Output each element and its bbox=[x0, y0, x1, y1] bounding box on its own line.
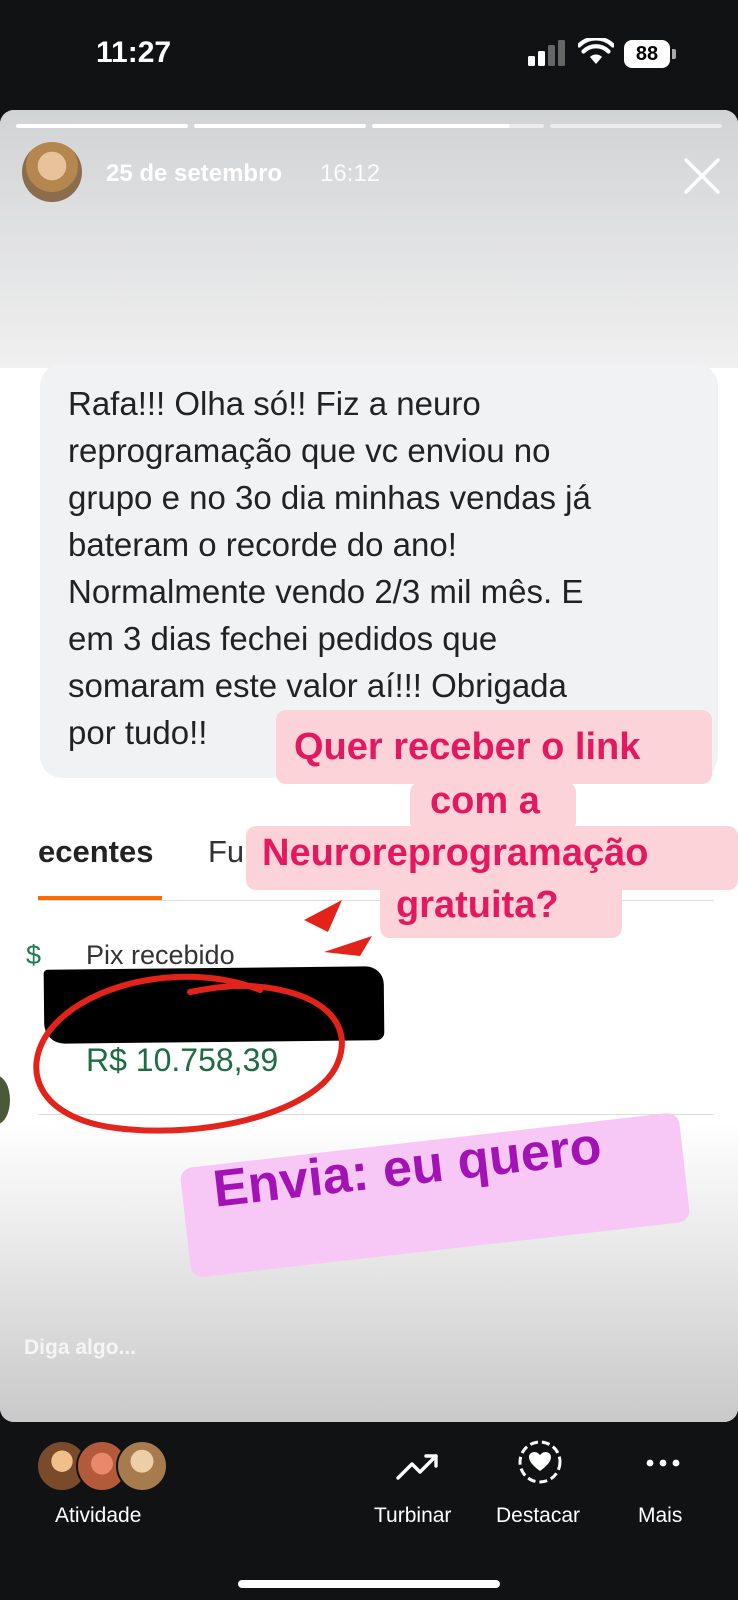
story-date: 25 de setembro bbox=[106, 160, 283, 187]
sticker-line: gratuita? bbox=[396, 884, 559, 926]
story-time: 16:12 bbox=[320, 160, 381, 187]
reply-input[interactable]: Diga algo... bbox=[24, 1336, 136, 1360]
status-bar: 11:27 88 bbox=[0, 0, 738, 110]
bottom-action-bar: Atividade Turbinar Destacar Mais bbox=[0, 1422, 738, 1600]
message-line: Rafa!!! Olha só!! Fiz a neuro bbox=[68, 385, 481, 422]
battery-indicator: 88 bbox=[624, 40, 676, 68]
clock: 11:27 bbox=[96, 36, 172, 69]
story-progress-bar bbox=[16, 124, 722, 128]
progress-segment bbox=[550, 124, 722, 128]
turbinar-button[interactable]: Turbinar bbox=[374, 1504, 451, 1528]
profile-avatar[interactable] bbox=[22, 142, 82, 202]
message-line: em 3 dias fechei pedidos que bbox=[68, 620, 498, 657]
home-indicator bbox=[238, 1580, 500, 1588]
activity-avatars[interactable] bbox=[36, 1440, 176, 1492]
red-circle-annotation bbox=[33, 973, 345, 1134]
progress-segment bbox=[194, 124, 366, 128]
atividade-label[interactable]: Atividade bbox=[55, 1504, 141, 1528]
destacar-button[interactable]: Destacar bbox=[496, 1504, 580, 1528]
message-line: grupo e no 3o dia minhas vendas já bbox=[68, 479, 591, 516]
message-line: reprogramação que vc enviou no bbox=[68, 432, 551, 469]
highlight-heart-icon[interactable] bbox=[516, 1438, 564, 1486]
viewer-avatar bbox=[116, 1440, 168, 1492]
progress-segment bbox=[372, 124, 544, 128]
cellular-signal-icon bbox=[528, 40, 565, 66]
sticker-line: Quer receber o link bbox=[294, 726, 641, 768]
wifi-icon bbox=[578, 38, 614, 64]
trending-up-icon[interactable] bbox=[394, 1446, 442, 1486]
progress-segment bbox=[16, 124, 188, 128]
story-card[interactable]: 25 de setembro 16:12 Rafa!!! Olha só!! F… bbox=[0, 110, 738, 1422]
close-icon[interactable] bbox=[682, 156, 722, 196]
sticker-line: com a bbox=[430, 780, 540, 822]
tab-futuros: Fu bbox=[208, 834, 245, 869]
message-text: Rafa!!! Olha só!! Fiz a neuro reprograma… bbox=[68, 380, 718, 756]
story-top-background bbox=[0, 110, 738, 368]
mais-button[interactable]: Mais bbox=[638, 1504, 682, 1528]
red-burst-icon bbox=[304, 900, 372, 956]
sticker-line: Neuroreprogramação bbox=[262, 832, 649, 874]
message-line: somaram este valor aí!!! Obrigada bbox=[68, 667, 567, 704]
message-line: Normalmente vendo 2/3 mil mês. E bbox=[68, 573, 584, 610]
tab-recentes: ecentes bbox=[38, 834, 154, 869]
message-line: bateram o recorde do ano! bbox=[68, 526, 457, 563]
more-icon[interactable] bbox=[646, 1458, 680, 1468]
